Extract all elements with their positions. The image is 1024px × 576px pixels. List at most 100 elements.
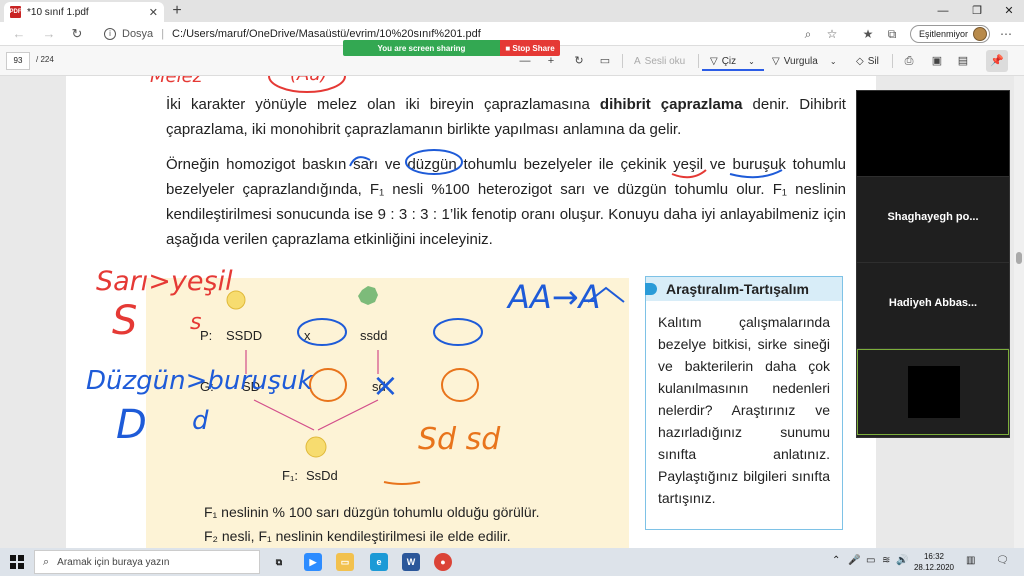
- stop-share-button[interactable]: ■ Stop Share: [500, 40, 560, 56]
- close-icon[interactable]: ✕: [149, 6, 158, 19]
- pin-icon[interactable]: 📌: [986, 50, 1008, 72]
- green-pea-icon: [358, 286, 378, 305]
- tray-chevron-icon[interactable]: ⌃: [832, 555, 840, 566]
- maximize-icon[interactable]: ❐: [962, 0, 992, 22]
- windows-start-icon[interactable]: [10, 555, 24, 569]
- fit-page-icon[interactable]: ▭: [598, 54, 612, 68]
- paragraph-1-text-a: İki karakter yönüyle melez olan iki bire…: [166, 96, 600, 113]
- network-icon[interactable]: ≋: [882, 555, 890, 566]
- f1-pea-icon: [305, 436, 327, 458]
- draw-label: Çiz: [721, 55, 737, 67]
- file-explorer-icon[interactable]: ▭: [336, 553, 354, 571]
- save-as-icon[interactable]: ▤: [956, 54, 970, 68]
- taskbar: ⌕ Aramak için buraya yazın ⧉ ▶ ▭ e W ● ⌃…: [0, 548, 1024, 576]
- new-tab-icon[interactable]: +: [168, 2, 186, 20]
- pdf-page: İki karakter yönüyle melez olan iki bire…: [66, 76, 876, 548]
- minimize-icon[interactable]: —: [928, 0, 958, 22]
- page-total: / 224: [36, 55, 54, 64]
- zoom-out-icon[interactable]: —: [518, 54, 532, 68]
- clock-time: 16:32: [923, 552, 945, 561]
- search-icon: ⌕: [43, 555, 50, 568]
- favorites-icon[interactable]: ★: [860, 26, 876, 42]
- caption-2: F₂ nesli, F₁ neslinin kendileştirilmesi …: [204, 528, 511, 544]
- pdf-icon: PDF: [10, 6, 22, 18]
- read-aloud-icon: A: [634, 55, 641, 67]
- profile-label: Eşitlenmiyor: [919, 29, 969, 39]
- chevron-down-icon[interactable]: ⌄: [748, 57, 755, 66]
- participant-tile[interactable]: Shaghayegh po...: [857, 177, 1009, 263]
- participant-tile-active[interactable]: [857, 349, 1009, 435]
- read-aloud-button[interactable]: A Sesli oku: [634, 53, 685, 69]
- zoom-icon[interactable]: ⌕: [800, 26, 816, 42]
- save-icon[interactable]: ▣: [930, 54, 944, 68]
- window-close-icon[interactable]: ✕: [994, 0, 1024, 22]
- g-right-line: [317, 399, 379, 431]
- erase-button[interactable]: ◇ Sil: [856, 53, 879, 69]
- microphone-icon[interactable]: 🎤: [848, 555, 860, 566]
- task-view-icon[interactable]: ⧉: [270, 553, 288, 571]
- screen-share-status-text: You are screen sharing: [377, 43, 466, 53]
- info-icon[interactable]: i: [104, 28, 116, 40]
- collections-icon[interactable]: ⧉: [884, 26, 900, 42]
- divider: [698, 54, 699, 68]
- draw-icon: ▽: [710, 55, 718, 67]
- highlight-label: Vurgula: [783, 55, 818, 67]
- caption-1: F₁ neslinin % 100 sarı düzgün tohumlu ol…: [204, 504, 540, 520]
- erase-label: Sil: [867, 55, 879, 67]
- highlight-button[interactable]: ▽ Vurgula ⌄: [772, 53, 837, 69]
- paragraph-1: İki karakter yönüyle melez olan iki bire…: [166, 92, 846, 142]
- zoom-in-icon[interactable]: +: [544, 54, 558, 68]
- edge-browser-icon[interactable]: e: [370, 553, 388, 571]
- forward-icon[interactable]: →: [40, 25, 58, 43]
- zoom-app-icon[interactable]: ▶: [304, 553, 322, 571]
- g-left-line: [253, 399, 315, 431]
- read-aloud-label: Sesli oku: [644, 55, 686, 67]
- participant-tile[interactable]: Hadiyeh Abbas...: [857, 263, 1009, 349]
- participant-tile[interactable]: [857, 91, 1009, 177]
- paragraph-2: Örneğin homozigot baskın sarı ve düzgün …: [166, 156, 846, 248]
- screen-share-banner: You are screen sharing ■ Stop Share: [343, 40, 560, 56]
- favorite-star-icon[interactable]: ☆: [824, 26, 840, 42]
- camera-video: [908, 366, 960, 418]
- browser-tab[interactable]: PDF *10 sınıf 1.pdf ✕: [4, 2, 164, 22]
- cross-diagram-box: P: SSDD x ssdd G: SD sd F₁: SsDd F₁ nesl…: [146, 278, 629, 548]
- divider: [622, 54, 623, 68]
- page-number-input[interactable]: 93: [6, 52, 30, 70]
- more-menu-icon[interactable]: ⋯: [998, 26, 1014, 42]
- tab-title: *10 sınıf 1.pdf: [27, 6, 89, 18]
- paragraph-1-bold: dihibrit çaprazlama: [599, 96, 743, 113]
- eraser-icon: ◇: [856, 55, 864, 67]
- discussion-box: Araştıralım-Tartışalım Kalıtım çalışmala…: [645, 276, 843, 530]
- screen: PDF *10 sınıf 1.pdf ✕ + — ❐ ✕ ← → ↻ i Do…: [0, 0, 1024, 576]
- word-app-icon[interactable]: W: [402, 553, 420, 571]
- taskbar-search-placeholder: Aramak için buraya yazın: [57, 556, 170, 568]
- diagram-lines: [226, 286, 379, 458]
- divider: [892, 54, 893, 68]
- participant-name: Hadiyeh Abbas...: [888, 297, 978, 309]
- url-text: C:/Users/maruf/OneDrive/Masaüstü/evrim/1…: [172, 28, 481, 40]
- rotate-icon[interactable]: ↻: [572, 54, 586, 68]
- chrome-browser-icon[interactable]: ●: [434, 553, 452, 571]
- highlight-icon: ▽: [772, 55, 780, 67]
- battery-icon[interactable]: ▭: [866, 555, 875, 566]
- reload-icon[interactable]: ↻: [68, 25, 86, 43]
- yellow-pea-icon: [226, 290, 246, 310]
- chevron-down-icon[interactable]: ⌄: [830, 57, 837, 66]
- clock-date: 28.12.2020: [913, 563, 955, 572]
- profile-button[interactable]: Eşitlenmiyor: [910, 25, 990, 43]
- notifications-icon[interactable]: 🗨: [996, 555, 1009, 566]
- back-icon[interactable]: ←: [10, 25, 28, 43]
- print-icon[interactable]: ⎙: [902, 54, 916, 68]
- chart-icon[interactable]: ▥: [966, 555, 975, 566]
- draw-button[interactable]: ▽ Çiz ⌄: [710, 53, 755, 69]
- vertical-scrollbar[interactable]: [1014, 76, 1024, 548]
- url-separator: |: [161, 28, 165, 40]
- tab-strip: PDF *10 sınıf 1.pdf ✕ + — ❐ ✕: [0, 0, 1024, 22]
- scrollbar-thumb[interactable]: [1016, 252, 1022, 264]
- stop-share-label: Stop Share: [512, 43, 555, 53]
- participants-panel: Shaghayegh po... Hadiyeh Abbas...: [856, 90, 1010, 438]
- taskbar-search[interactable]: ⌕ Aramak için buraya yazın: [34, 550, 260, 574]
- participant-name: Shaghayegh po...: [887, 211, 979, 223]
- discussion-title: Araştıralım-Tartışalım: [645, 277, 842, 301]
- taskbar-clock[interactable]: 16:32 28.12.2020: [906, 551, 962, 573]
